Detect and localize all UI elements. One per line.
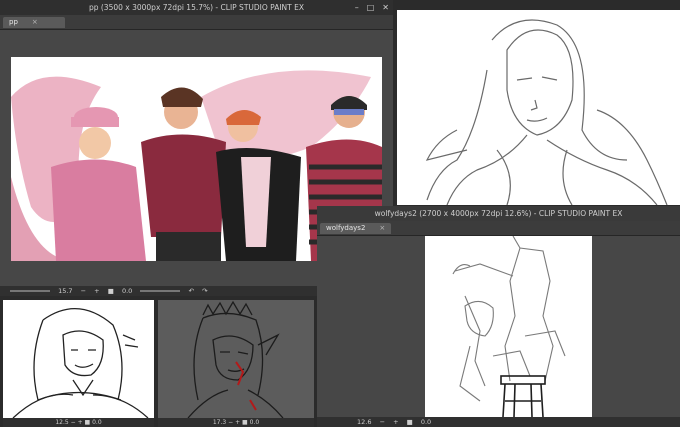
fit-icon[interactable]: ■: [242, 419, 248, 426]
fit-icon[interactable]: ■: [85, 419, 91, 426]
zoom-in-icon[interactable]: +: [235, 419, 240, 426]
status-bar: 17.3 − + ■ 0.0: [158, 418, 314, 427]
wolfydays-canvas-window: wolfydays2 (2700 x 4000px 72dpi 12.6%) -…: [317, 206, 680, 427]
angle-value[interactable]: 0.0: [122, 287, 132, 295]
zoom-in-icon[interactable]: +: [94, 287, 99, 295]
zoom-out-icon[interactable]: −: [71, 419, 76, 426]
zoom-out-icon[interactable]: −: [380, 418, 385, 426]
sketch-canvas-window[interactable]: [397, 10, 680, 205]
tab-bar: pp ×: [0, 15, 393, 30]
angle-value[interactable]: 0.0: [92, 419, 102, 426]
tab-label: wolfydays2: [326, 224, 366, 232]
portrait-sketch: [425, 19, 668, 205]
rotate-left-icon[interactable]: ↶: [188, 287, 193, 295]
zoom-value[interactable]: 15.7: [58, 287, 72, 295]
status-bar: 12.6 − + ■ 0.0: [317, 417, 680, 427]
minimize-button[interactable]: –: [355, 0, 359, 15]
tab-close-icon[interactable]: ×: [379, 224, 385, 232]
window-titlebar[interactable]: pp (3500 x 3000px 72dpi 15.7%) - CLIP ST…: [0, 0, 393, 15]
crowned-figure-sketch: [158, 300, 314, 418]
angle-value[interactable]: 0.0: [250, 419, 260, 426]
tab-bar: wolfydays2 ×: [317, 221, 680, 236]
zoom-out-icon[interactable]: −: [81, 287, 86, 295]
zoom-value[interactable]: 12.6: [357, 418, 371, 426]
zoom-slider[interactable]: [10, 290, 50, 292]
window-title: pp (3500 x 3000px 72dpi 15.7%) - CLIP ST…: [88, 3, 305, 12]
fit-icon[interactable]: ■: [108, 287, 114, 295]
tab-label: pp: [9, 18, 18, 26]
zoom-in-icon[interactable]: +: [393, 418, 398, 426]
rotate-right-icon[interactable]: ↷: [202, 287, 207, 295]
zoom-in-icon[interactable]: +: [78, 419, 83, 426]
tab-wolfydays2[interactable]: wolfydays2 ×: [320, 223, 392, 234]
maximize-button[interactable]: □: [367, 0, 375, 15]
tab-close-icon[interactable]: ×: [32, 18, 38, 26]
zoom-value[interactable]: 12.5: [55, 419, 68, 426]
zoom-out-icon[interactable]: −: [228, 419, 233, 426]
angle-value[interactable]: 0.0: [421, 418, 431, 426]
rotate-slider[interactable]: [140, 290, 181, 292]
status-bar: 12.5 − + ■ 0.0: [3, 418, 154, 427]
tab-pp[interactable]: pp ×: [3, 17, 65, 28]
close-button[interactable]: ✕: [382, 0, 389, 15]
window-titlebar[interactable]: wolfydays2 (2700 x 4000px 72dpi 12.6%) -…: [317, 206, 680, 221]
canvas-area[interactable]: [317, 236, 680, 417]
hooded-sketch-window[interactable]: 12.5 − + ■ 0.0: [3, 300, 154, 427]
figure-sketch-canvas: [425, 236, 592, 417]
zoom-value[interactable]: 17.3: [213, 419, 226, 426]
hooded-figure-lineart: [12, 308, 149, 418]
fit-icon[interactable]: ■: [407, 418, 413, 426]
window-title: wolfydays2 (2700 x 4000px 72dpi 12.6%) -…: [374, 209, 623, 218]
crowned-sketch-window[interactable]: 17.3 − + ■ 0.0: [158, 300, 314, 427]
